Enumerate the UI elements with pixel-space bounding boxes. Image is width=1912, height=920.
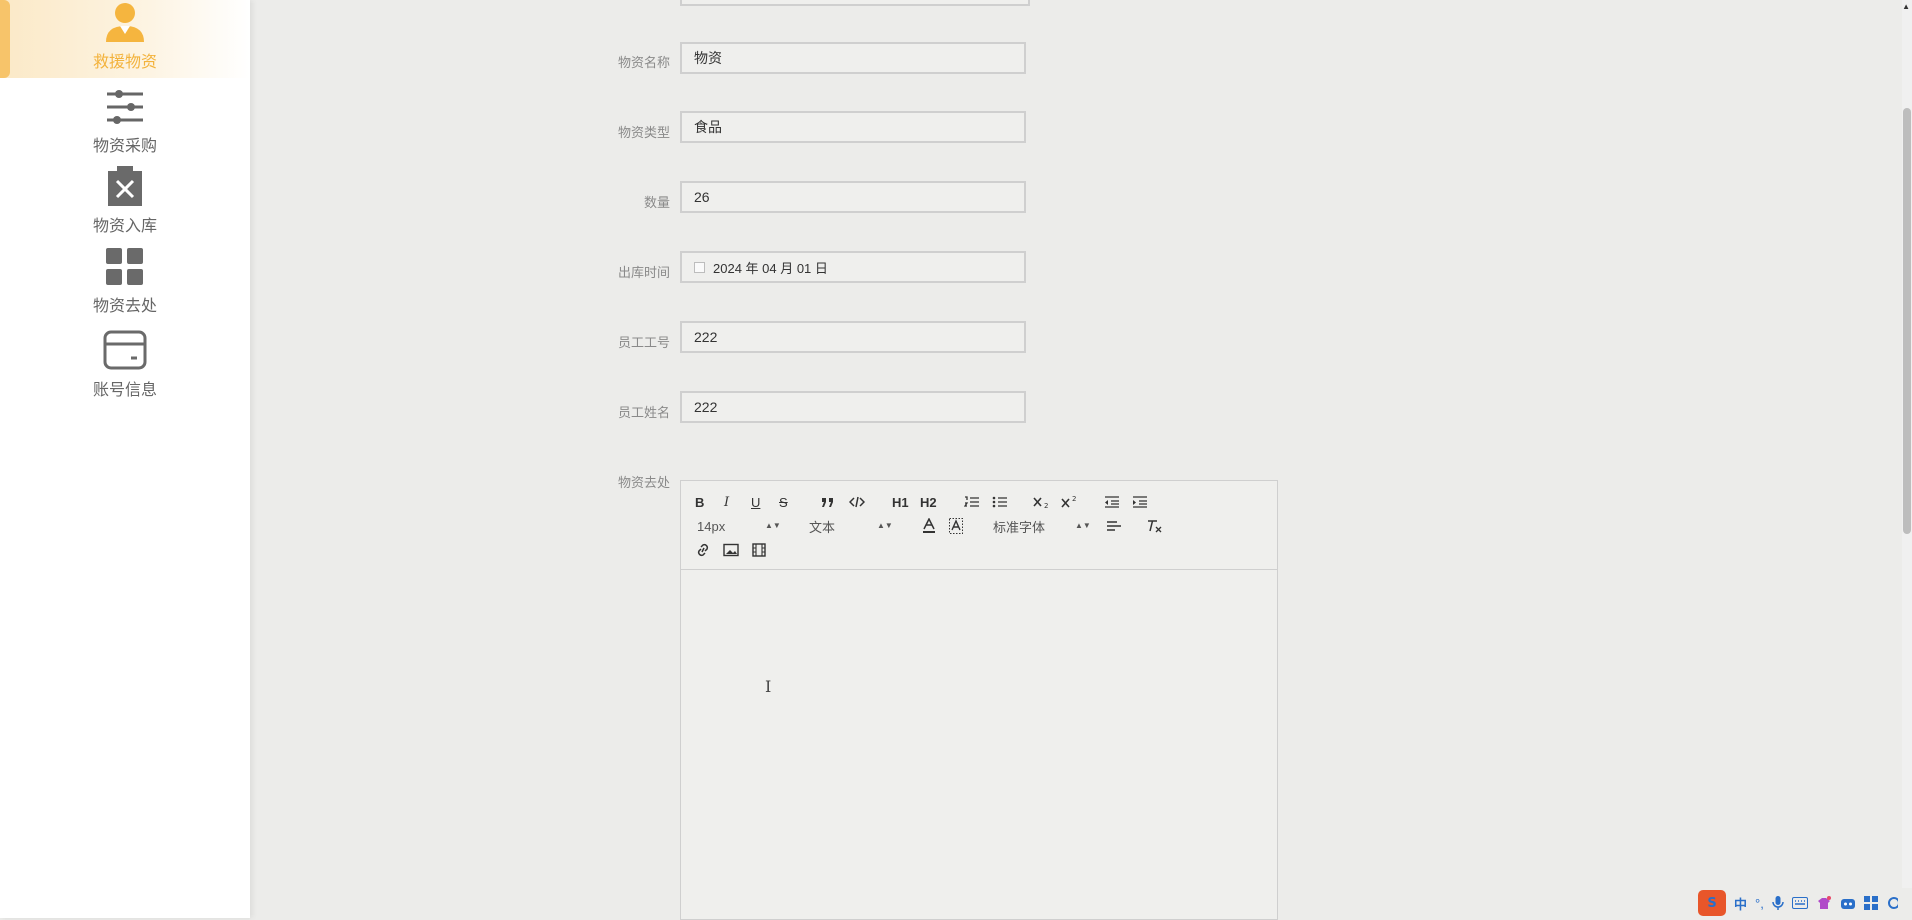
name-input[interactable]: 物资 — [680, 42, 1026, 74]
clear-format-icon[interactable] — [1146, 517, 1162, 535]
h2-button[interactable]: H2 — [920, 493, 937, 511]
select-arrows-icon: ▲▼ — [765, 521, 781, 530]
sidebar-item-label: 账号信息 — [92, 382, 157, 399]
header-select-value: 文本 — [809, 519, 836, 535]
sidebar-item-label: 救援物资 — [92, 54, 157, 71]
ime-mode-toggle[interactable]: 中 — [1734, 894, 1747, 913]
font-size-value: 14px — [697, 518, 726, 534]
blockquote-icon[interactable] — [821, 493, 835, 511]
robot-icon[interactable] — [1840, 896, 1856, 910]
subscript-icon[interactable]: 2 — [1033, 493, 1051, 511]
scrollbar-thumb[interactable] — [1903, 108, 1911, 534]
employee-id-input[interactable]: 222 — [680, 321, 1026, 353]
previous-field-input[interactable] — [680, 0, 1030, 6]
italic-button[interactable]: I — [724, 493, 729, 511]
sliders-icon — [107, 90, 143, 124]
card-icon — [103, 330, 147, 370]
grid-icon — [106, 248, 143, 285]
sidebar-item-label: 物资采购 — [92, 138, 157, 155]
header-select[interactable]: 文本 ▲▼ — [809, 517, 893, 535]
quantity-input[interactable]: 26 — [680, 181, 1026, 213]
video-icon[interactable] — [751, 541, 767, 559]
indent-icon[interactable] — [1132, 493, 1148, 511]
sidebar-item-stock-in[interactable]: 物资入库 — [0, 166, 250, 236]
apps-grid-icon[interactable] — [1863, 896, 1878, 910]
editor-content-area[interactable] — [681, 570, 1277, 919]
out-time-label: 出库时间 — [617, 265, 670, 280]
ordered-list-icon[interactable] — [964, 493, 980, 511]
settings-gear-icon[interactable] — [1886, 896, 1898, 910]
quantity-label: 数量 — [643, 195, 670, 210]
scroll-up-arrow-icon[interactable]: ▲ — [1902, 2, 1910, 11]
sidebar-item-destination[interactable]: 物资去处 — [0, 248, 250, 316]
text-cursor-icon: I — [765, 677, 772, 696]
code-icon[interactable] — [849, 493, 865, 511]
microphone-icon[interactable] — [1772, 895, 1784, 911]
employee-name-input[interactable]: 222 — [680, 391, 1026, 423]
sogou-ime-logo-icon[interactable]: S — [1698, 890, 1726, 916]
svg-text:2: 2 — [1044, 502, 1048, 509]
name-label: 物资名称 — [617, 55, 670, 70]
date-checkbox[interactable] — [694, 261, 705, 273]
employee-name-label: 员工姓名 — [617, 405, 670, 420]
background-color-icon[interactable] — [949, 517, 963, 535]
font-size-select[interactable]: 14px ▲▼ — [697, 517, 781, 535]
sidebar-item-label: 物资入库 — [92, 218, 157, 235]
strikethrough-button[interactable]: S — [779, 493, 788, 511]
out-time-input[interactable]: 2024 年 04 月 01 日 — [680, 251, 1026, 283]
select-arrows-icon: ▲▼ — [1075, 521, 1091, 530]
skin-icon[interactable] — [1816, 895, 1832, 911]
ime-toolbar: S 中 °, — [1694, 888, 1912, 918]
link-icon[interactable] — [695, 541, 711, 559]
font-family-select[interactable]: 标准字体 ▲▼ — [993, 517, 1091, 535]
font-color-icon[interactable] — [922, 517, 936, 535]
outdent-icon[interactable] — [1104, 493, 1120, 511]
keyboard-icon[interactable] — [1791, 897, 1808, 909]
type-input[interactable]: 食品 — [680, 111, 1026, 143]
underline-button[interactable]: U — [751, 493, 760, 511]
punctuation-icon[interactable]: °, — [1755, 896, 1764, 911]
editor-toolbar: B I U S H1 H2 2 2 14px ▲▼ 文本 ▲▼ 标准字体 ▲▼ — [681, 481, 1277, 570]
type-label: 物资类型 — [617, 125, 670, 140]
bold-button[interactable]: B — [695, 493, 704, 511]
bullet-list-icon[interactable] — [992, 493, 1008, 511]
date-value: 2024 年 04 月 01 日 — [713, 260, 828, 276]
sidebar-item-account[interactable]: 账号信息 — [0, 330, 250, 400]
sidebar-item-label: 物资去处 — [92, 298, 157, 315]
sidebar: 救援物资 物资采购 物资入库 物资去处 账号信息 — [0, 0, 250, 918]
clipboard-x-icon — [108, 166, 142, 206]
image-icon[interactable] — [723, 541, 739, 559]
sidebar-item-rescue-supplies[interactable]: 救援物资 — [0, 0, 250, 78]
rich-text-editor: B I U S H1 H2 2 2 14px ▲▼ 文本 ▲▼ 标准字体 ▲▼ … — [680, 480, 1278, 920]
destination-label: 物资去处 — [617, 475, 670, 490]
svg-text:2: 2 — [1072, 495, 1076, 503]
page-scrollbar[interactable]: ▲ — [1902, 0, 1912, 918]
superscript-icon[interactable]: 2 — [1061, 493, 1079, 511]
employee-id-label: 员工工号 — [617, 335, 670, 350]
align-left-icon[interactable] — [1106, 517, 1122, 535]
main-content: 物资名称 物资 物资类型 食品 数量 26 出库时间 2024 年 04 月 0… — [250, 0, 1912, 920]
select-arrows-icon: ▲▼ — [877, 521, 893, 530]
font-family-value: 标准字体 — [993, 519, 1046, 535]
h1-button[interactable]: H1 — [892, 493, 909, 511]
sidebar-item-procurement[interactable]: 物资采购 — [0, 88, 250, 156]
user-icon — [106, 3, 144, 42]
